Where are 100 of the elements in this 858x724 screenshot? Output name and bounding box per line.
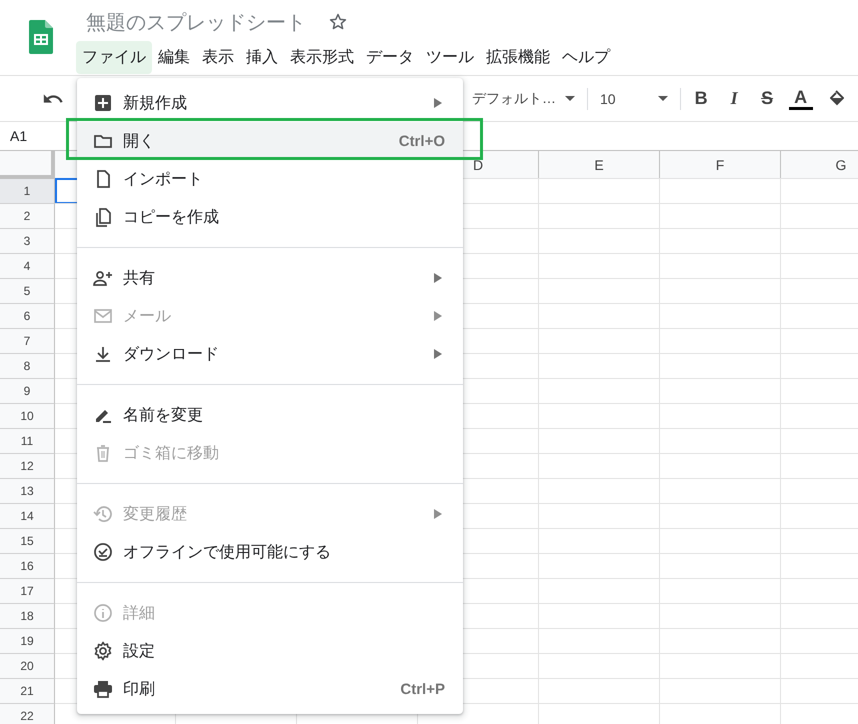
row-header[interactable]: 21 <box>0 679 55 704</box>
menu-tab[interactable]: ファイル <box>76 41 152 74</box>
strikethrough-button[interactable]: S <box>750 88 784 109</box>
grid-cell[interactable] <box>660 303 781 329</box>
font-dropdown[interactable]: デフォルト… <box>464 90 583 108</box>
text-color-button[interactable]: A <box>788 88 813 110</box>
grid-cell[interactable] <box>539 553 660 579</box>
grid-cell[interactable] <box>660 603 781 629</box>
grid-cell[interactable] <box>660 278 781 304</box>
row-header[interactable]: 19 <box>0 629 55 654</box>
column-header[interactable]: G <box>781 151 858 179</box>
menu-item[interactable]: ダウンロード <box>77 335 463 373</box>
menu-item[interactable]: コピーを作成 <box>77 198 463 236</box>
row-header[interactable]: 10 <box>0 404 55 429</box>
grid-cell[interactable] <box>660 453 781 479</box>
menu-item[interactable]: 印刷 Ctrl+P <box>77 670 463 708</box>
grid-cell[interactable] <box>539 703 660 724</box>
grid-cell[interactable] <box>539 203 660 229</box>
cell-name-box[interactable]: A1 <box>10 128 28 144</box>
grid-cell[interactable] <box>660 628 781 654</box>
row-header[interactable]: 3 <box>0 229 55 254</box>
grid-cell[interactable] <box>539 478 660 504</box>
bold-button[interactable]: B <box>684 88 718 109</box>
row-header[interactable]: 18 <box>0 604 55 629</box>
grid-cell[interactable] <box>539 628 660 654</box>
grid-cell[interactable] <box>660 253 781 279</box>
grid-cell[interactable] <box>539 278 660 304</box>
row-header[interactable]: 8 <box>0 354 55 379</box>
grid-cell[interactable] <box>660 353 781 379</box>
grid-cell[interactable] <box>660 203 781 229</box>
menu-item[interactable]: 新規作成 <box>77 84 463 122</box>
grid-cell[interactable] <box>539 678 660 704</box>
row-header[interactable]: 17 <box>0 579 55 604</box>
column-header[interactable]: E <box>539 151 660 179</box>
grid-cell[interactable] <box>539 653 660 679</box>
row-header[interactable]: 9 <box>0 379 55 404</box>
grid-cell[interactable] <box>539 428 660 454</box>
row-header[interactable]: 1 <box>0 179 55 204</box>
spreadsheet-logo-icon[interactable] <box>29 20 53 54</box>
document-title[interactable]: 無題のスプレッドシート <box>86 8 306 36</box>
select-all-corner[interactable] <box>0 151 55 179</box>
grid-cell[interactable] <box>660 503 781 529</box>
grid-cell[interactable] <box>660 528 781 554</box>
grid-cell[interactable] <box>660 178 781 204</box>
grid-cell[interactable] <box>539 503 660 529</box>
grid-cell[interactable] <box>539 603 660 629</box>
grid-cell[interactable] <box>539 378 660 404</box>
row-header[interactable]: 15 <box>0 529 55 554</box>
paint-bucket-icon[interactable] <box>830 90 844 108</box>
italic-button[interactable]: I <box>718 88 751 109</box>
menu-tab[interactable]: 拡張機能 <box>480 41 556 74</box>
row-header[interactable]: 22 <box>0 704 55 724</box>
row-header[interactable]: 20 <box>0 654 55 679</box>
menu-tab[interactable]: 挿入 <box>240 41 284 74</box>
grid-cell[interactable] <box>539 303 660 329</box>
row-header[interactable]: 4 <box>0 254 55 279</box>
font-size-dropdown[interactable]: 10 <box>592 90 676 106</box>
menu-item[interactable]: 開く Ctrl+O <box>77 122 463 160</box>
grid-cell[interactable] <box>539 178 660 204</box>
grid-cell[interactable] <box>660 478 781 504</box>
menu-tab[interactable]: ツール <box>420 41 480 74</box>
row-header[interactable]: 7 <box>0 329 55 354</box>
grid-cell[interactable] <box>539 228 660 254</box>
star-icon[interactable] <box>328 12 348 32</box>
grid-cell[interactable] <box>539 578 660 604</box>
menu-tab[interactable]: 編集 <box>152 41 196 74</box>
menu-item[interactable]: 設定 <box>77 632 463 670</box>
menu-tab[interactable]: データ <box>360 41 420 74</box>
caret-icon <box>658 96 668 101</box>
row-header[interactable]: 6 <box>0 304 55 329</box>
row-header[interactable]: 16 <box>0 554 55 579</box>
grid-cell[interactable] <box>539 328 660 354</box>
menu-tab[interactable]: ヘルプ <box>556 41 616 74</box>
grid-cell[interactable] <box>660 378 781 404</box>
grid-cell[interactable] <box>660 553 781 579</box>
row-header[interactable]: 13 <box>0 479 55 504</box>
menu-tab[interactable]: 表示 <box>196 41 240 74</box>
menu-tab[interactable]: 表示形式 <box>284 41 360 74</box>
grid-cell[interactable] <box>660 328 781 354</box>
row-header[interactable]: 5 <box>0 279 55 304</box>
menu-item[interactable]: 共有 <box>77 259 463 297</box>
grid-cell[interactable] <box>660 578 781 604</box>
grid-cell[interactable] <box>660 403 781 429</box>
grid-cell[interactable] <box>660 228 781 254</box>
row-header[interactable]: 2 <box>0 204 55 229</box>
row-header[interactable]: 12 <box>0 454 55 479</box>
grid-cell[interactable] <box>660 703 781 724</box>
menu-item[interactable]: オフラインで使用可能にする <box>77 533 463 571</box>
row-header[interactable]: 11 <box>0 429 55 454</box>
column-header[interactable]: F <box>660 151 781 179</box>
grid-cell[interactable] <box>539 528 660 554</box>
grid-cell[interactable] <box>539 253 660 279</box>
menu-item[interactable]: 名前を変更 <box>77 396 463 434</box>
grid-cell[interactable] <box>660 678 781 704</box>
row-header[interactable]: 14 <box>0 504 55 529</box>
grid-cell[interactable] <box>660 428 781 454</box>
grid-cell[interactable] <box>660 653 781 679</box>
grid-cell[interactable] <box>539 453 660 479</box>
grid-cell[interactable] <box>539 403 660 429</box>
grid-cell[interactable] <box>539 353 660 379</box>
